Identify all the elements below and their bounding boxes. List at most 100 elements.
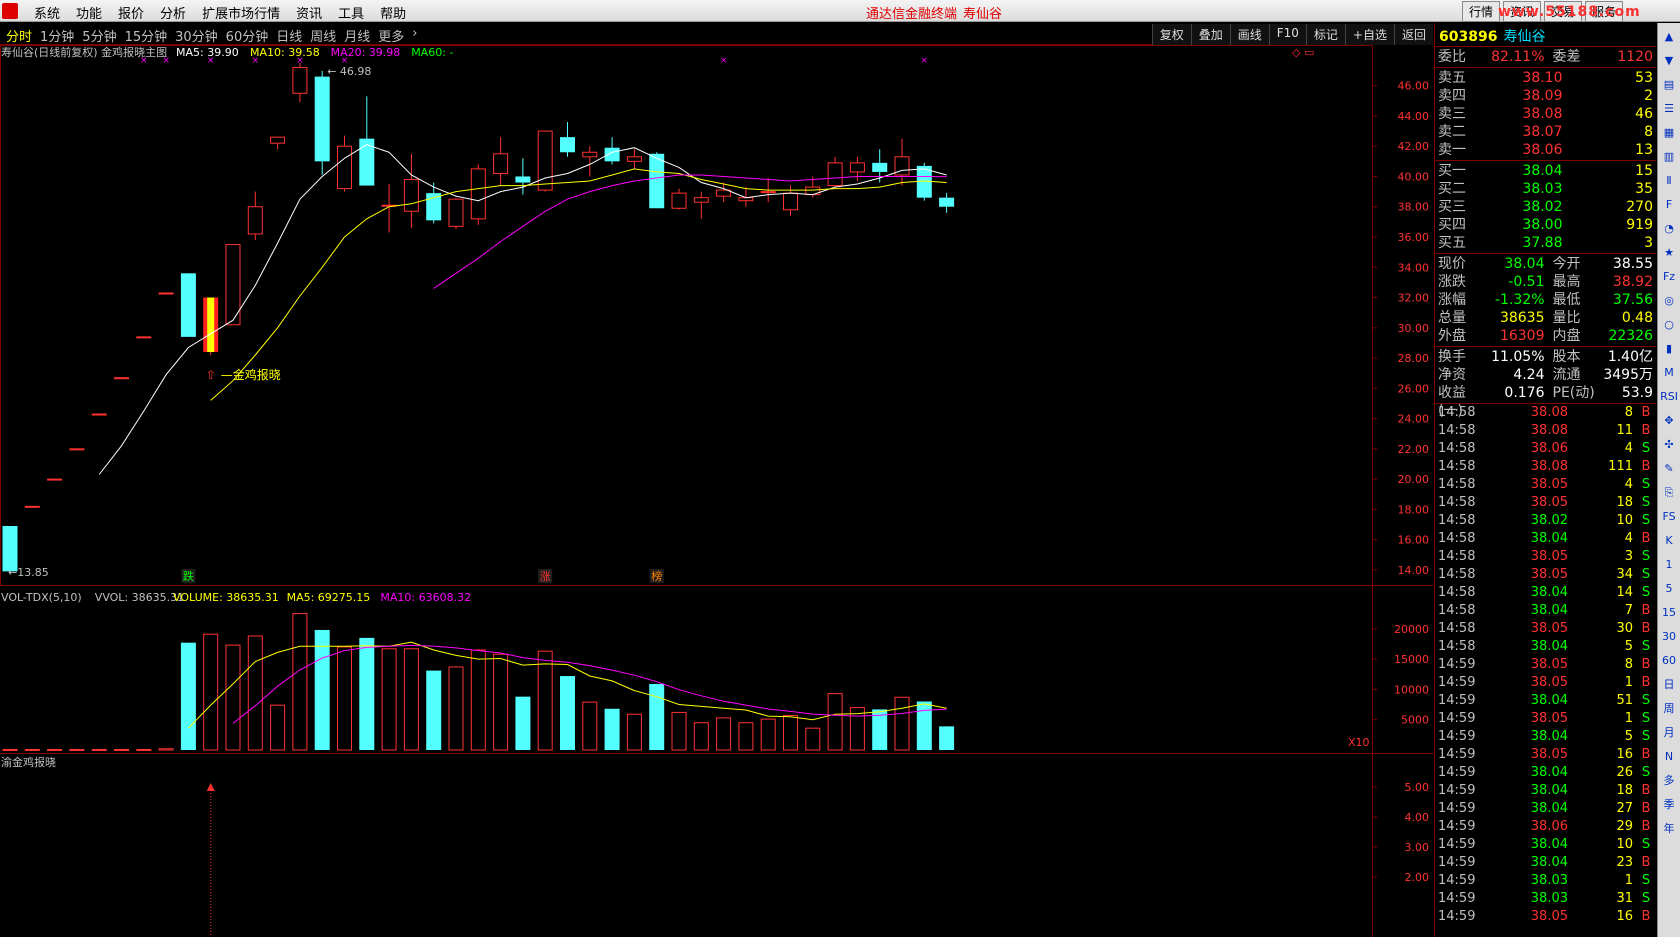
window-icon[interactable]: ▭ [1304, 46, 1314, 59]
up-arrow-icon[interactable]: ▲ [1660, 27, 1678, 47]
menu-item-1[interactable]: 功能 [68, 3, 110, 22]
move-icon[interactable]: ✣ [1660, 435, 1678, 455]
candle-body [24, 505, 40, 508]
menu-item-2[interactable]: 报价 [110, 3, 152, 22]
menu-item-6[interactable]: 工具 [330, 3, 372, 22]
bid-row-3-price: 38.00 [1522, 217, 1563, 233]
period-tab-9[interactable]: 更多 [374, 26, 408, 45]
tool-button-4[interactable]: 标记 [1305, 24, 1345, 45]
tick-time: 14:58 [1438, 603, 1476, 618]
kline-svg[interactable]: 46.00 44.00 42.00 40.00 38.00 36.00 34.00 32.00… [0, 45, 1433, 937]
period-tab-4[interactable]: 30分钟 [171, 26, 222, 45]
menu-item-3[interactable]: 分析 [152, 3, 194, 22]
ask-row-2-label: 卖三 [1438, 106, 1466, 122]
period-shortcut-9[interactable]: 多 [1660, 771, 1678, 791]
tick-time: 14:59 [1438, 693, 1476, 708]
tool-button-3[interactable]: F10 [1268, 24, 1306, 45]
price-axis-label: 18.00 [1398, 503, 1430, 516]
fs-icon[interactable]: FS [1660, 507, 1678, 527]
menu-item-0[interactable]: 系统 [26, 3, 68, 22]
price-axis-label: 46.00 [1398, 80, 1430, 93]
tool-button-1[interactable]: 叠加 [1190, 24, 1230, 45]
tick-price: 38.04 [1530, 603, 1568, 618]
period-shortcut-2[interactable]: 15 [1660, 603, 1678, 623]
bid-book: 买一 38.04 15 买二 38.03 35 买三 38.02 270 买四 38.00 919 买五… [1435, 161, 1656, 254]
k-icon[interactable]: K [1660, 531, 1678, 551]
period-shortcut-6[interactable]: 周 [1660, 699, 1678, 719]
period-tab-1[interactable]: 1分钟 [36, 26, 78, 45]
period-tab-7[interactable]: 周线 [306, 26, 340, 45]
period-tab-0[interactable]: 分时 [2, 26, 36, 45]
bid-row-1: 买二 38.03 35 [1435, 180, 1656, 198]
volume-bar [760, 718, 776, 751]
event-label[interactable]: 涨 [540, 570, 551, 583]
menu-item-4[interactable]: 扩展市场行情 [194, 3, 288, 22]
bar-icon[interactable]: ▮ [1660, 339, 1678, 359]
tick-row: 14:59 38.06 29 B [1435, 818, 1656, 836]
tick-row: 14:59 38.04 18 B [1435, 782, 1656, 800]
menu-item-7[interactable]: 帮助 [372, 3, 414, 22]
period-tab-5[interactable]: 60分钟 [222, 26, 273, 45]
tool-button-0[interactable]: 复权 [1151, 24, 1191, 45]
macd-icon[interactable]: M [1660, 363, 1678, 383]
candle [136, 336, 152, 339]
tick-side: B [1641, 603, 1651, 618]
cross-icon[interactable]: ✥ [1660, 411, 1678, 431]
tick-price: 38.05 [1530, 549, 1568, 564]
pie-icon[interactable]: ◔ [1660, 219, 1678, 239]
grid-icon[interactable]: ▦ [1660, 123, 1678, 143]
period-shortcut-10[interactable]: 季 [1660, 795, 1678, 815]
zoom-icon[interactable]: ◎ [1660, 291, 1678, 311]
f10-icon[interactable]: F [1660, 195, 1678, 215]
circle-icon[interactable]: ○ [1660, 315, 1678, 335]
ask-row-2-price: 38.08 [1522, 106, 1563, 122]
event-label[interactable]: 跌 [183, 569, 194, 583]
diamond-icon[interactable]: ◇ [1292, 46, 1301, 59]
period-tabs: 分时 1分钟 5分钟 15分钟 30分钟 60分钟 日线 周线 月线 更多 › [2, 26, 421, 45]
kline-chart[interactable]: 46.00 44.00 42.00 40.00 38.00 36.00 34.00 32.00… [0, 45, 1433, 937]
candle-body [91, 413, 107, 416]
period-shortcut-0[interactable]: 1 [1660, 555, 1678, 575]
tick-row: 14:58 38.04 14 S [1435, 584, 1656, 602]
period-shortcut-3[interactable]: 30 [1660, 627, 1678, 647]
tool-button-5[interactable]: +自选 [1344, 24, 1394, 45]
tool-button-2[interactable]: 画线 [1229, 24, 1269, 45]
candle-body [827, 162, 843, 187]
period-tab-6[interactable]: 日线 [272, 26, 306, 45]
period-shortcut-1[interactable]: 5 [1660, 579, 1678, 599]
period-shortcut-5[interactable]: 日 [1660, 675, 1678, 695]
period-tab-2[interactable]: 5分钟 [78, 26, 120, 45]
tick-volume: 23 [1616, 855, 1633, 870]
period-shortcut-4[interactable]: 60 [1660, 651, 1678, 671]
volume-bar [626, 713, 642, 751]
fz-icon[interactable]: Fz [1660, 267, 1678, 287]
list-icon[interactable]: ☰ [1660, 99, 1678, 119]
candle-body [515, 176, 531, 183]
menu-item-5[interactable]: 资讯 [288, 3, 330, 22]
rsi-icon[interactable]: RSI [1660, 387, 1678, 407]
tick-list[interactable]: 14:58 38.08 8 B 14:58 38.08 11 B 14:58 38.06 4 S 14:… [1435, 404, 1656, 926]
kline-icon[interactable]: ▥ [1660, 147, 1678, 167]
tool-button-6[interactable]: 返回 [1393, 24, 1433, 45]
period-shortcut-7[interactable]: 月 [1660, 723, 1678, 743]
event-label[interactable]: 榜 [651, 569, 662, 583]
volume-bar [470, 649, 486, 751]
period-tab-8[interactable]: 月线 [340, 26, 374, 45]
link-icon[interactable]: ⎘ [1660, 483, 1678, 503]
volume-bar [716, 717, 732, 751]
ask-row-1-price: 38.09 [1522, 88, 1563, 104]
chart-icon[interactable]: ▤ [1660, 75, 1678, 95]
tick-time: 14:58 [1438, 513, 1476, 528]
star-icon[interactable]: ★ [1660, 243, 1678, 263]
pen-icon[interactable]: ✎ [1660, 459, 1678, 479]
ii-icon[interactable]: Ⅱ [1660, 171, 1678, 191]
period-tab-3[interactable]: 15分钟 [121, 26, 172, 45]
volume-bar [426, 670, 442, 750]
top-button-0[interactable]: 行情 [1462, 1, 1501, 22]
down-arrow-icon[interactable]: ▼ [1660, 51, 1678, 71]
period-shortcut-11[interactable]: 年 [1660, 819, 1678, 839]
top-marker-icon: × [341, 56, 349, 66]
period-shortcut-8[interactable]: N [1660, 747, 1678, 767]
vol-ma10-label: MA10: 63608.32 [380, 591, 471, 604]
more-chevron-icon[interactable]: › [408, 26, 421, 45]
